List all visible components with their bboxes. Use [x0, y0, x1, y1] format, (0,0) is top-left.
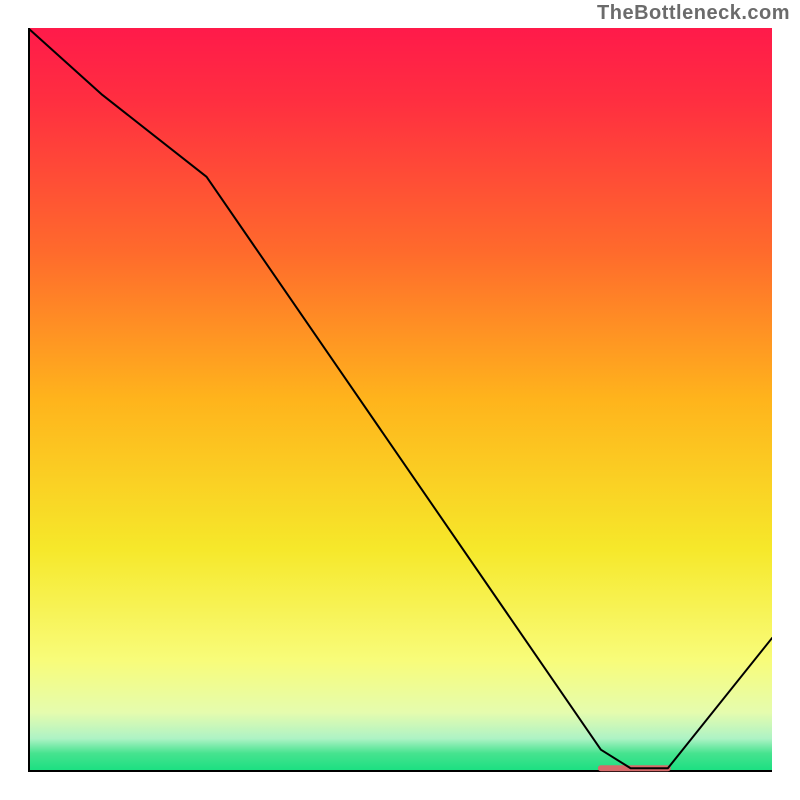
chart-background [28, 28, 772, 772]
watermark-text: TheBottleneck.com [597, 2, 790, 25]
chart-svg [28, 28, 772, 772]
chart-container [28, 28, 772, 772]
